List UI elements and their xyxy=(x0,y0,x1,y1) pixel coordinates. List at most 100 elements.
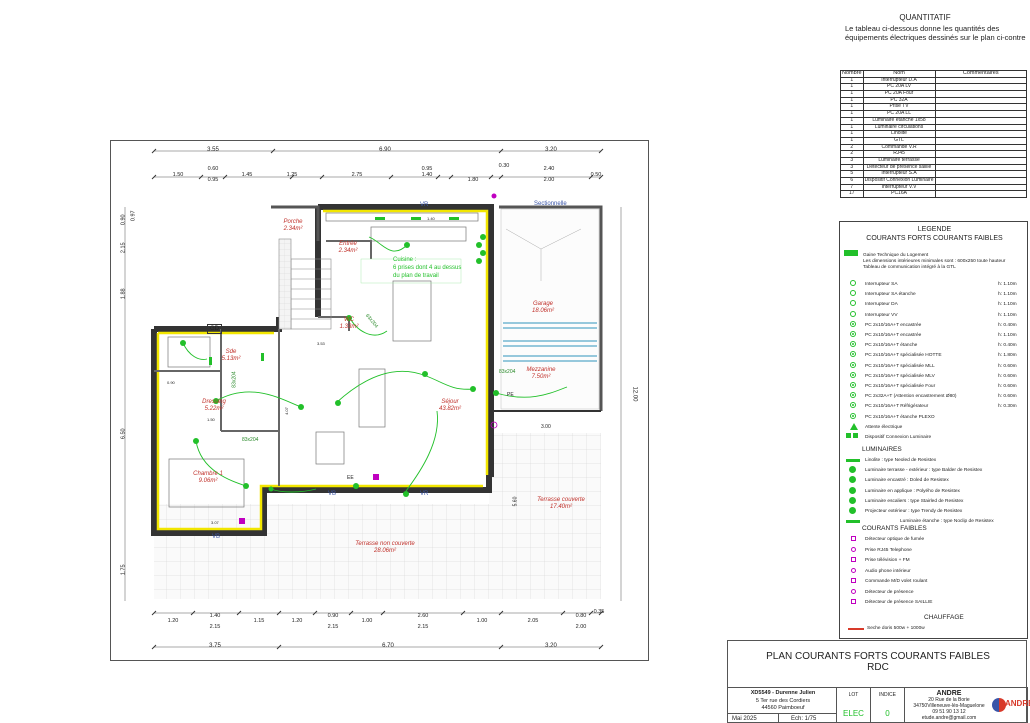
company-email: etude.andre@gmail.com xyxy=(921,715,977,721)
note-cuisine-title: Cuisine : xyxy=(393,257,417,263)
dimension-label: 2.75 xyxy=(351,172,363,178)
plan-title: PLAN COURANTS FORTS COURANTS FAIBLES RDC xyxy=(728,651,1028,673)
room-name: Garage xyxy=(532,301,554,307)
tag-vb-2: VB xyxy=(212,534,221,540)
legend-item: PC 2x10/16A+T encastrée h: 0.40m xyxy=(840,320,1029,330)
legend-socket-icon xyxy=(850,331,856,337)
gtl-line2: Tableau de communication intégré à la GT… xyxy=(863,265,956,270)
cell-commentaires xyxy=(934,177,1027,185)
note-cuisine-line1: 6 prises dont 4 au dessus xyxy=(393,265,462,271)
table-row: 1 GTL xyxy=(840,136,1027,145)
luminaire-icon xyxy=(846,459,860,462)
courant-faible-item: Prise télévision + FM xyxy=(840,556,1029,565)
courant-faible-item: Détecteur de présence xyxy=(840,588,1029,597)
client-address2: 44560 Paimboeuf xyxy=(761,705,805,711)
company-logo-icon xyxy=(992,698,1006,712)
tag-pe: PE xyxy=(507,392,514,398)
dimension-label: 1.40 xyxy=(209,613,221,619)
room-area: 5.13m² xyxy=(221,356,241,362)
legend-item-height: h: 1.10m xyxy=(998,333,1017,338)
courant-faible-icon xyxy=(851,536,856,541)
legend-item-label: Interrupteur DA xyxy=(865,302,898,308)
cell-commentaires xyxy=(934,136,1027,145)
cell-nombre: 1 xyxy=(840,96,864,105)
dimension-label: 1.00 xyxy=(476,618,488,624)
dimension-label: 0.30 xyxy=(498,163,510,169)
dimension-label: 2.15 xyxy=(327,624,339,630)
cell-nom: GTL xyxy=(862,136,936,145)
cell-commentaires xyxy=(934,183,1027,192)
legend-item-height: h: 0.60m xyxy=(998,363,1017,369)
legend-socket-icon xyxy=(850,412,856,419)
legend-item: Dispositif Connexion Luminaire xyxy=(840,433,1029,442)
courant-faible-label: Prise télévision + FM xyxy=(865,558,910,563)
room-name: Mezzanine xyxy=(526,367,556,373)
staircase xyxy=(278,238,332,330)
dimension-label: 2.15 xyxy=(120,242,127,254)
room-area: 9.06m² xyxy=(198,478,218,484)
cell-nom: Interrupteur D.A xyxy=(862,76,936,85)
room-area: 17.40m² xyxy=(549,504,573,510)
courant-faible-item: Détecteur optique de fumée xyxy=(840,535,1029,544)
cell-nombre: 2 xyxy=(840,143,864,152)
cell-commentaires xyxy=(934,130,1027,138)
legend-item-label: Interrupteur VV xyxy=(865,312,898,318)
header-nom: Nom xyxy=(862,70,936,78)
legend-item-label: PC 2x10/16A+T étanche PLEXO xyxy=(865,414,935,420)
cell-nom: Linolite xyxy=(862,130,936,138)
plan-title-line2: RDC xyxy=(867,662,889,673)
dimension-label: 0.60 xyxy=(207,166,219,172)
chauffage-label: Seche doris 500w + 1000w xyxy=(867,626,925,631)
table-row: 1 PC 32A xyxy=(840,96,1027,105)
cell-nombre: 1 xyxy=(840,90,864,98)
cell-nombre: 3 xyxy=(840,156,864,165)
terrasse-couverte-area xyxy=(489,433,601,505)
legend-subtitle: COURANTS FORTS COURANTS FAIBLES xyxy=(866,235,1003,242)
legend-item-height: h: 0.30m xyxy=(998,404,1017,410)
courant-faible-item: Audio phone intérieur xyxy=(840,567,1029,576)
legend-item: Interrupteur SA h: 1.10m xyxy=(840,280,1029,289)
dimension-label: 1.45 xyxy=(241,172,253,178)
room-area: 7.50m² xyxy=(531,374,551,380)
cell-commentaires xyxy=(934,76,1027,85)
room-name: Porche xyxy=(283,219,303,225)
cell-nombre: 3 xyxy=(840,163,864,172)
company-logo-text: ANDRÉ xyxy=(1005,699,1030,708)
cell-nombre: 1 xyxy=(840,76,864,85)
dimension-label: 1.15 xyxy=(253,618,265,624)
tag-vb-1: VB xyxy=(328,491,337,497)
legend-item: PC 2x10/16A+T spécialisée Four h: 0.60m xyxy=(840,382,1029,391)
legend-socket-icon xyxy=(850,371,856,378)
table-row: 2 Commande V.R xyxy=(840,143,1027,152)
table-row: 1 Linolite xyxy=(840,130,1027,138)
courant-faible-label: Prise RJ45 Telephone xyxy=(865,547,912,553)
dimension-label: 2.00 xyxy=(543,177,555,183)
dimension-label: 0.50 xyxy=(590,172,602,178)
dim-misc-6: 3.53 xyxy=(317,341,325,346)
courant-faible-label: Détecteur de présence SAILLIE xyxy=(865,600,933,605)
room-area: 5.22m² xyxy=(204,406,224,412)
dimension-label: 2.60 xyxy=(417,613,429,619)
courant-faible-icon xyxy=(851,588,856,594)
cell-nom: Prise TV xyxy=(862,103,936,112)
cell-nom: PC16A xyxy=(862,190,936,199)
luminaire-item: Luminaire terrasse - extérieur : type Ba… xyxy=(840,466,1029,475)
note-cuisine-line2: du plan de travail xyxy=(393,273,439,279)
tag-door-2: 83x204 xyxy=(499,369,516,375)
room-name: Séjour xyxy=(441,399,459,405)
legend-item-height: h: 0.40m xyxy=(998,343,1017,349)
indice-label: INDICE xyxy=(879,692,896,698)
legend-item: Interrupteur VV h: 1.10m xyxy=(840,310,1029,320)
legend-item-label: Dispositif Connexion Luminaire xyxy=(865,435,932,440)
room-name: Terrasse couverte xyxy=(537,497,585,503)
table-row: 3 Luminaire terrasse xyxy=(840,156,1027,165)
legend-item: PC 2x10/16A+T spécialisée MLL h: 0.60m xyxy=(840,361,1029,371)
tag-vr-top: VR xyxy=(420,202,429,208)
luminaire-label: Projecteur extérieur : type Trendy de Re… xyxy=(865,509,963,514)
legend-triangle-icon xyxy=(850,422,858,430)
luminaire-icon xyxy=(846,520,860,524)
dimension-label: 1.20 xyxy=(291,618,303,624)
cell-commentaires xyxy=(934,163,1027,172)
legend-double-dot-icon xyxy=(846,433,858,438)
cell-commentaires xyxy=(934,143,1027,152)
